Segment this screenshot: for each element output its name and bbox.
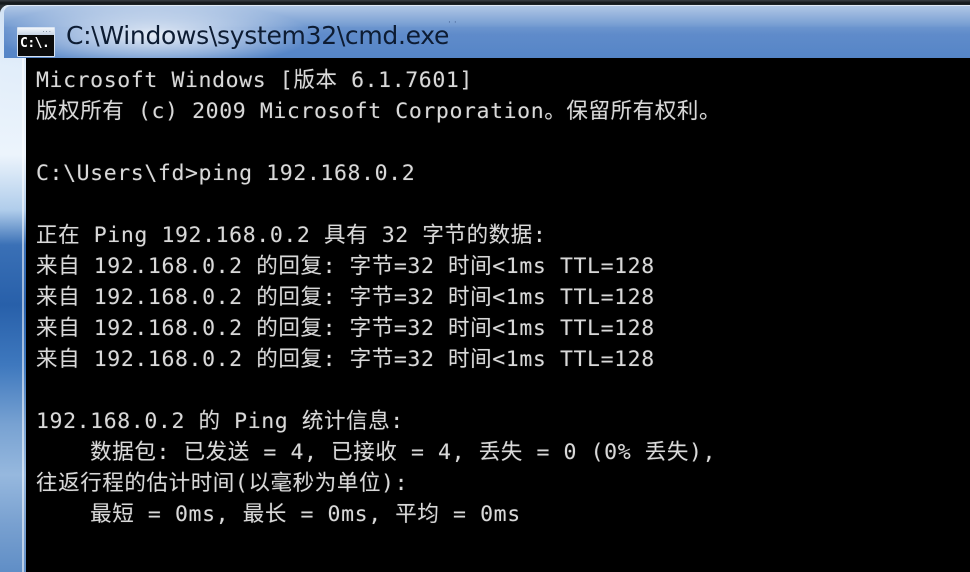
console-text: Microsoft Windows [版本 6.1.7601] 版权所有 (c)… <box>36 68 722 527</box>
cmd-icon-strip-dots: ··· <box>42 28 52 36</box>
console-output-area[interactable]: Microsoft Windows [版本 6.1.7601] 版权所有 (c)… <box>26 58 970 572</box>
window-title-bar[interactable]: ··· C:\. C:\Windows\system32\cmd.exe ·· <box>4 5 970 58</box>
cmd-icon-prompt-glyph: C:\. <box>20 36 50 51</box>
title-bar-dots: ·· <box>448 18 460 28</box>
desktop-background: ··· C:\. C:\Windows\system32\cmd.exe ·· … <box>0 0 970 572</box>
cmd-icon-titlestrip: ··· <box>18 28 54 36</box>
window-frame-inner-highlight <box>22 5 24 572</box>
window-title-text: C:\Windows\system32\cmd.exe <box>66 21 450 50</box>
cmd-window[interactable]: ··· C:\. C:\Windows\system32\cmd.exe ·· … <box>0 5 970 572</box>
cmd-console-icon: ··· C:\. <box>17 27 55 57</box>
